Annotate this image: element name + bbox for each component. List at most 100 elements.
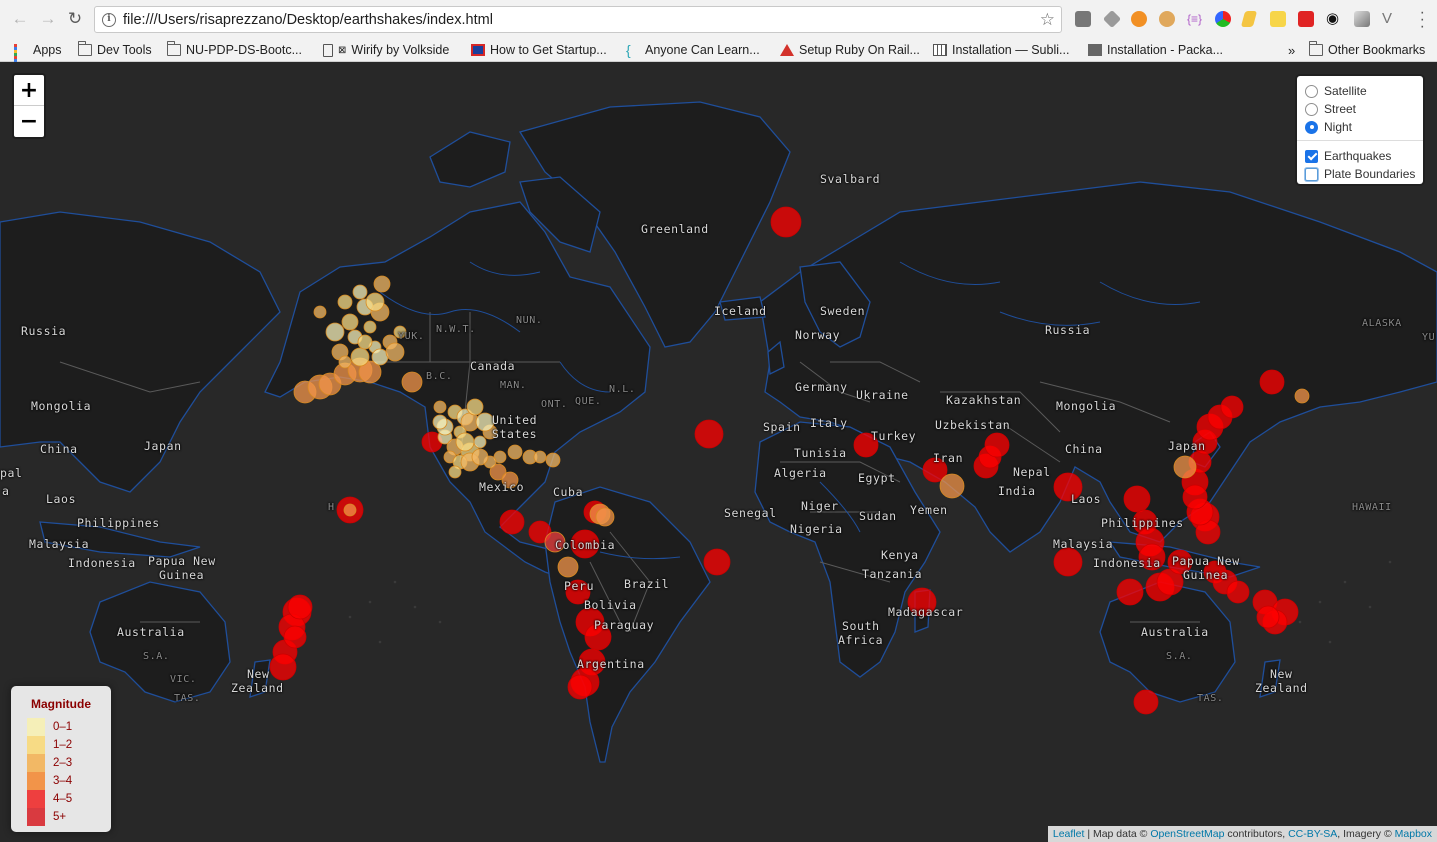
reload-icon[interactable]: ↻: [64, 8, 86, 30]
earthquake-marker[interactable]: [350, 347, 370, 367]
bookmark-nu-pdp[interactable]: NU-PDP-DS-Bootc...: [166, 40, 302, 60]
earthquake-marker[interactable]: [567, 674, 593, 700]
earthquake-marker[interactable]: [1220, 395, 1244, 419]
night-radio[interactable]: [1305, 120, 1318, 134]
highlighter-extension-icon[interactable]: [1270, 11, 1286, 27]
bookmark-sublime[interactable]: Installation — Subli...: [933, 40, 1069, 60]
earthquake-marker[interactable]: [939, 473, 965, 499]
license-link[interactable]: CC-BY-SA: [1288, 828, 1337, 840]
legend-label: 3–4: [53, 775, 73, 787]
map-label-turkey: Turkey: [871, 429, 917, 443]
bookmark-apps[interactable]: Apps: [14, 40, 62, 71]
earthquake-marker[interactable]: [499, 509, 525, 535]
leaflet-link[interactable]: Leaflet: [1053, 828, 1085, 840]
earthquake-marker[interactable]: [466, 398, 484, 416]
bookmark-star-icon[interactable]: ☆: [1040, 10, 1055, 30]
info-icon[interactable]: i: [102, 12, 116, 27]
map-label-united: United: [492, 413, 538, 427]
satellite-radio[interactable]: [1305, 84, 1318, 98]
bookmark-wirify[interactable]: ⊠ Wirify by Volkside: [323, 40, 449, 60]
earthquake-marker[interactable]: [1182, 484, 1208, 510]
earthquake-marker[interactable]: [325, 322, 345, 342]
earthquake-marker[interactable]: [313, 305, 327, 319]
earthquake-marker[interactable]: [385, 342, 405, 362]
earthquake-marker[interactable]: [337, 294, 353, 310]
earthquake-marker[interactable]: [473, 435, 487, 449]
earthquake-marker[interactable]: [533, 450, 547, 464]
earthquake-marker[interactable]: [507, 444, 523, 460]
earthquake-marker[interactable]: [1133, 689, 1159, 715]
earthquake-marker[interactable]: [343, 503, 357, 517]
bookmark-startup[interactable]: How to Get Startup...: [471, 40, 607, 60]
overlay-earthquakes[interactable]: Earthquakes: [1305, 148, 1391, 164]
osm-link[interactable]: OpenStreetMap: [1150, 828, 1224, 840]
map-container[interactable]: Russia Mongolia China Japan pal Laos Phi…: [0, 62, 1437, 842]
bookmarks-overflow-button[interactable]: »: [1288, 40, 1295, 60]
earthquake-marker[interactable]: [1053, 547, 1083, 577]
zoom-in-button[interactable]: +: [14, 75, 44, 106]
bookmark-label: Installation - Packa...: [1107, 43, 1224, 57]
earthquake-marker[interactable]: [287, 594, 313, 620]
earthquake-marker[interactable]: [770, 206, 802, 238]
address-bar[interactable]: i file:///Users/risaprezzano/Desktop/ear…: [94, 6, 1062, 33]
earthquake-marker[interactable]: [283, 625, 307, 649]
url-text[interactable]: file:///Users/risaprezzano/Desktop/earth…: [123, 12, 493, 28]
earthquake-marker[interactable]: [545, 452, 561, 468]
earthquake-marker[interactable]: [703, 548, 731, 576]
base-layer-satellite[interactable]: Satellite: [1305, 83, 1367, 99]
earthquake-marker[interactable]: [448, 465, 462, 479]
earthquake-marker[interactable]: [1116, 578, 1144, 606]
menu-dots-icon[interactable]: · · ·: [1420, 5, 1425, 35]
base-layer-night[interactable]: Night: [1305, 119, 1352, 135]
earthquake-marker[interactable]: [1256, 605, 1280, 629]
color-extension-icon[interactable]: [1215, 11, 1231, 27]
earthquake-marker[interactable]: [1226, 580, 1250, 604]
earthquake-marker[interactable]: [269, 653, 297, 681]
back-arrow-icon[interactable]: ←: [9, 8, 31, 30]
other-bookmarks[interactable]: Other Bookmarks: [1308, 40, 1425, 60]
earthquake-marker[interactable]: [595, 507, 615, 527]
earthquake-marker[interactable]: [401, 371, 423, 393]
zoom-out-button[interactable]: −: [14, 106, 44, 137]
layers-extension-icon[interactable]: [1102, 9, 1122, 29]
cookie-extension-icon[interactable]: [1159, 11, 1175, 27]
earthquake-marker[interactable]: [433, 400, 447, 414]
json-extension-icon[interactable]: {≡}: [1187, 11, 1203, 27]
earthquake-marker[interactable]: [371, 348, 389, 366]
earthquake-marker[interactable]: [471, 448, 489, 466]
eyedropper-extension-icon[interactable]: [1075, 11, 1091, 27]
earthquake-marker[interactable]: [365, 292, 385, 312]
earthquake-marker[interactable]: [984, 432, 1010, 458]
bookmark-ruby-on-rails[interactable]: Setup Ruby On Rail...: [780, 40, 920, 60]
earthquake-marker[interactable]: [352, 284, 368, 300]
earthquake-marker[interactable]: [357, 334, 373, 350]
plate-boundaries-checkbox[interactable]: [1305, 167, 1318, 181]
eye-extension-icon[interactable]: ◉: [1326, 11, 1342, 27]
street-radio[interactable]: [1305, 102, 1318, 116]
bookmark-dev-tools[interactable]: Dev Tools: [77, 40, 152, 60]
earthquake-marker[interactable]: [1173, 455, 1197, 479]
earthquakes-checkbox[interactable]: [1305, 149, 1318, 163]
earthquake-marker[interactable]: [1294, 388, 1310, 404]
gray-extension-icon[interactable]: [1354, 11, 1370, 27]
pencil-extension-icon[interactable]: [1240, 11, 1258, 27]
overlay-plate-boundaries[interactable]: Plate Boundaries: [1305, 166, 1415, 182]
forward-arrow-icon[interactable]: →: [37, 8, 59, 30]
base-layer-street[interactable]: Street: [1305, 101, 1356, 117]
earthquake-marker[interactable]: [694, 419, 724, 449]
bookmark-anyone-can-learn[interactable]: { Anyone Can Learn...: [626, 40, 760, 60]
earthquake-marker[interactable]: [455, 432, 475, 452]
mapbox-link[interactable]: Mapbox: [1395, 828, 1432, 840]
red-extension-icon[interactable]: [1298, 11, 1314, 27]
earthquake-marker[interactable]: [341, 313, 359, 331]
earthquake-marker[interactable]: [373, 275, 391, 293]
orange-extension-icon[interactable]: [1131, 11, 1147, 27]
earthquake-marker[interactable]: [1123, 485, 1151, 513]
earthquake-marker[interactable]: [363, 320, 377, 334]
earthquake-marker[interactable]: [1259, 369, 1285, 395]
earthquake-marker[interactable]: [338, 355, 352, 369]
earthquake-marker[interactable]: [557, 556, 579, 578]
v-extension-icon[interactable]: V: [1382, 11, 1398, 27]
bookmark-package[interactable]: Installation - Packa...: [1088, 40, 1223, 60]
earthquake-marker[interactable]: [432, 414, 448, 430]
